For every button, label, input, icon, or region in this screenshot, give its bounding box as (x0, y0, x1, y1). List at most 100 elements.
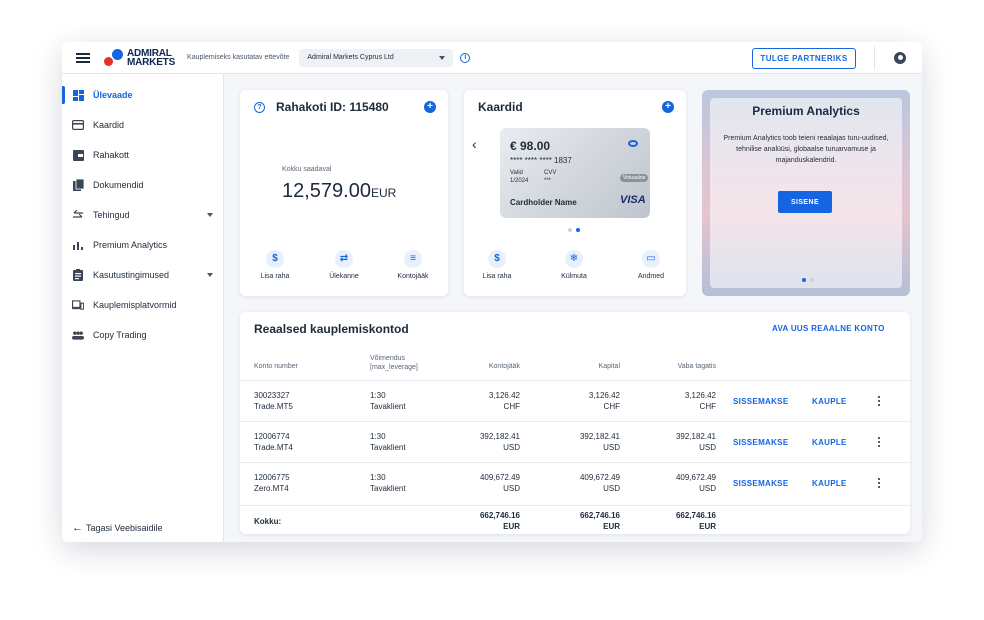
client-type: Tavaklient (370, 443, 406, 452)
balance-cell: 392,182.41 USD (440, 431, 520, 453)
margin-currency: USD (699, 484, 716, 493)
promo-text: Premium Analytics toob teieni reaalajas … (723, 135, 889, 164)
account-platform: Trade.MT4 (254, 443, 293, 452)
wallet-add-money-button[interactable]: $ Lisa raha (245, 250, 305, 280)
visa-logo: VISA (620, 194, 646, 206)
transactions-icon (72, 209, 84, 221)
margin-amount: 409,672.49 (675, 473, 716, 482)
sidebar-item-platforms[interactable]: Kauplemisplatvormid (62, 292, 224, 318)
header-balance: Kontojääk (488, 363, 520, 370)
balance-label: Kokku saadaval (282, 166, 332, 173)
more-vertical-icon[interactable] (878, 478, 881, 490)
account-number: 30023327 (254, 391, 290, 400)
client-type: Tavaklient (370, 402, 406, 411)
action-label: Lisa raha (482, 273, 512, 280)
action-label: Kontojääk (397, 273, 429, 280)
deposit-button[interactable]: SISSEMAKSE (733, 479, 788, 488)
enter-button[interactable]: SISENE (778, 191, 832, 213)
total-margin-cell: 662,746.16 EUR (636, 510, 716, 532)
wallet-statement-button[interactable]: ≡ Kontojääk (383, 250, 443, 280)
sidebar-item-copy-trading[interactable]: Copy Trading (62, 322, 224, 348)
company-select[interactable]: Admiral Markets Cyprus Ltd (299, 48, 454, 67)
client-type: Tavaklient (370, 484, 406, 493)
logo-dots-icon (104, 48, 124, 68)
card-freeze-button[interactable]: ❄ Külmuta (544, 250, 604, 280)
cardholder-name: Cardholder Name (510, 198, 577, 207)
header-capital: Kapital (598, 363, 620, 370)
add-wallet-plus-icon[interactable]: + (424, 101, 436, 113)
sidebar-item-transactions[interactable]: Tehingud (62, 202, 224, 228)
virtual-badge: Virtuaalne (620, 174, 649, 182)
card-details-button[interactable]: ▭ Andmed (621, 250, 681, 280)
sidebar-item-cards[interactable]: Kaardid (62, 112, 224, 138)
account-number-cell: 30023327 Trade.MT5 (254, 390, 293, 412)
sidebar-item-label: Ülevaade (93, 90, 133, 100)
add-card-plus-icon[interactable]: + (662, 101, 674, 113)
snowflake-icon: ❄ (565, 250, 583, 268)
leverage-cell: 1:30 Tavaklient (370, 472, 406, 494)
back-to-website-link[interactable]: ← Tagasi Veebisaidile (72, 522, 163, 534)
total-margin: 662,746.16 (675, 511, 716, 520)
trade-button[interactable]: KAUPLE (812, 479, 847, 488)
trade-button[interactable]: KAUPLE (812, 397, 847, 406)
hamburger-menu-icon[interactable] (76, 52, 90, 63)
arrow-left-icon: ← (72, 522, 83, 534)
more-vertical-icon[interactable] (878, 437, 881, 449)
header-margin: Vaba tagatis (677, 363, 716, 370)
sidebar-item-premium-analytics[interactable]: Premium Analytics (62, 232, 224, 258)
account-number-cell: 12006774 Trade.MT4 (254, 431, 293, 453)
transfer-icon: ⇄ (335, 250, 353, 268)
chevron-left-icon[interactable]: ‹ (472, 136, 477, 152)
card-add-money-button[interactable]: $ Lisa raha (467, 250, 527, 280)
sidebar-item-overview[interactable]: Ülevaade (62, 82, 224, 108)
company-label: Kauplemiseks kasutatav ettevõte (187, 54, 290, 61)
action-label: Ülekanne (329, 273, 359, 280)
card-number: **** **** **** 1837 (510, 156, 572, 165)
sidebar-item-label: Copy Trading (93, 330, 147, 340)
dollar-icon: $ (488, 250, 506, 268)
admiral-markets-logo[interactable]: ADMIRAL MARKETS (104, 48, 175, 68)
capital-cell: 392,182.41 USD (540, 431, 620, 453)
app-window: ADMIRAL MARKETS Kauplemiseks kasutatav e… (62, 42, 922, 542)
balance-currency: EUR (370, 186, 397, 200)
sidebar-item-label: Kasutustingimused (93, 270, 170, 280)
account-platform: Trade.MT5 (254, 402, 293, 411)
virtual-card[interactable]: € 98.00 **** **** **** 1837 Valid 1/2024 … (500, 128, 650, 218)
capital-amount: 3,126.42 (588, 391, 620, 400)
capital-amount: 409,672.49 (579, 473, 620, 482)
total-currency: EUR (603, 522, 620, 531)
info-icon[interactable]: i (460, 52, 471, 63)
margin-amount: 392,182.41 (675, 432, 716, 441)
account-icon[interactable] (894, 52, 906, 64)
help-icon[interactable]: ? (254, 102, 265, 113)
active-indicator (62, 86, 65, 104)
become-partner-button[interactable]: TULGE PARTNERIKS (752, 48, 856, 69)
balance-amount: 409,672.49 (479, 473, 520, 482)
total-label: Kokku: (254, 517, 282, 526)
margin-amount: 3,126.42 (684, 391, 716, 400)
balance-currency: USD (503, 443, 520, 452)
card-carousel-dots[interactable] (568, 228, 580, 232)
promo-carousel-dots[interactable] (802, 278, 814, 282)
wallet-transfer-button[interactable]: ⇄ Ülekanne (314, 250, 374, 280)
card-amount: € 98.00 (510, 139, 551, 153)
total-balance-cell: 662,746.16 EUR (440, 510, 520, 532)
card-cvv-label: CVV (544, 170, 557, 176)
card-cvv: CVV *** (544, 169, 556, 185)
people-icon (72, 329, 84, 341)
sidebar-item-label: Premium Analytics (93, 240, 168, 250)
top-bar: ADMIRAL MARKETS Kauplemiseks kasutatav e… (62, 42, 922, 74)
eye-icon[interactable] (628, 140, 638, 147)
sidebar-item-documents[interactable]: Dokumendid (62, 172, 224, 198)
trade-button[interactable]: KAUPLE (812, 438, 847, 447)
more-vertical-icon[interactable] (878, 396, 881, 408)
sidebar-item-terms[interactable]: Kasutustingimused (62, 262, 224, 288)
deposit-button[interactable]: SISSEMAKSE (733, 397, 788, 406)
open-real-account-link[interactable]: AVA UUS REAALNE KONTO (772, 324, 885, 333)
deposit-button[interactable]: SISSEMAKSE (733, 438, 788, 447)
balance-amount: 3,126.42 (488, 391, 520, 400)
margin-cell: 409,672.49 USD (636, 472, 716, 494)
wallet-icon (72, 149, 84, 161)
sidebar-item-wallet[interactable]: Rahakott (62, 142, 224, 168)
wallet-card: ? Rahakoti ID: 115480 + Kokku saadaval 1… (240, 90, 448, 296)
